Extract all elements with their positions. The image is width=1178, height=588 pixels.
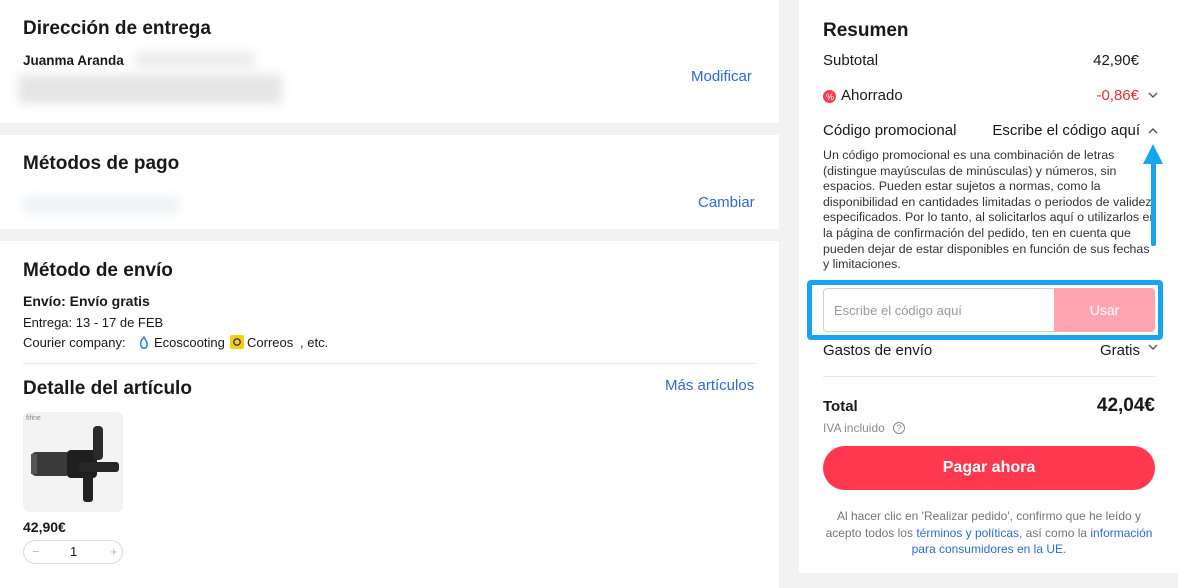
pay-now-button[interactable]: Pagar ahora [823,446,1155,490]
microphone-image-icon [31,426,119,502]
subtotal-value: 42,90€ [1093,52,1139,69]
recipient-name: Juanma Aranda [23,53,124,68]
change-payment-link[interactable]: Cambiar [698,194,755,211]
shipping-cost-label: Gastos de envío [823,342,933,359]
legal-text-2: , así como la [1019,525,1091,540]
correos-logo-icon [230,335,244,349]
shipping-method-card: Método de envío Envío: Envío gratis Entr… [0,241,779,588]
ecoscooting-logo-icon [138,335,150,350]
payment-methods-card: Métodos de pago Cambiar [0,135,779,229]
shipping-chevron-down-icon[interactable] [1147,340,1159,358]
subtotal-label: Subtotal [823,52,879,69]
courier-more: , etc. [300,335,329,350]
summary-title: Resumen [823,20,909,41]
section-divider [23,363,755,364]
payment-methods-title: Métodos de pago [23,153,180,174]
total-value: 42,04€ [1096,395,1155,416]
shipping-method-title: Método de envío [23,260,173,281]
discount-badge-icon: % [823,90,836,103]
shipping-cost-value: Gratis [1099,342,1140,359]
saved-chevron-down-icon[interactable] [1147,88,1159,106]
redacted-address-line-1 [135,52,255,68]
product-price: 42,90€ [23,519,66,535]
redacted-address-line-2 [18,74,282,104]
legal-notice: Al hacer clic en 'Realizar pedido', conf… [823,508,1155,558]
item-details-title: Detalle del artículo [23,378,192,399]
courier-label: Courier company: [23,335,126,350]
total-label: Total [823,398,858,415]
promo-code-prompt[interactable]: Escribe el código aquí [992,122,1140,139]
quantity-stepper: − 1 + [23,540,123,564]
promo-highlight-box [807,280,1163,340]
legal-text-3: . [1063,542,1067,556]
saved-value: -0,86€ [1096,87,1139,104]
promo-code-description: Un código promocional es una combinación… [823,148,1157,272]
decrease-quantity-button[interactable]: − [32,544,40,559]
shipping-option: Envío: Envío gratis [23,293,150,309]
info-icon[interactable]: ? [893,422,905,434]
redacted-payment-method [22,196,180,214]
svg-text:%: % [826,92,834,102]
terms-policies-link[interactable]: términos y políticas [916,526,1019,540]
quantity-value[interactable]: 1 [70,544,77,559]
vat-included-note: IVA incluido [823,421,885,435]
modify-address-link[interactable]: Modificar [691,68,752,85]
saved-label: Ahorrado [841,87,903,104]
courier-correos: Correos [247,335,294,350]
delivery-address-card: Dirección de entrega Juanma Aranda Modif… [0,0,779,123]
more-items-link[interactable]: Más artículos [665,377,754,394]
promo-code-label: Código promocional [823,122,957,139]
promo-chevron-up-icon[interactable] [1147,124,1159,142]
courier-ecoscooting: Ecoscooting [154,335,225,350]
product-thumbnail[interactable]: fifine [23,412,123,512]
delivery-address-title: Dirección de entrega [23,18,211,39]
summary-divider [823,376,1155,377]
increase-quantity-button[interactable]: + [110,544,118,559]
delivery-estimate: Entrega: 13 - 17 de FEB [23,315,164,330]
annotation-arrow-shaft [1151,160,1156,246]
